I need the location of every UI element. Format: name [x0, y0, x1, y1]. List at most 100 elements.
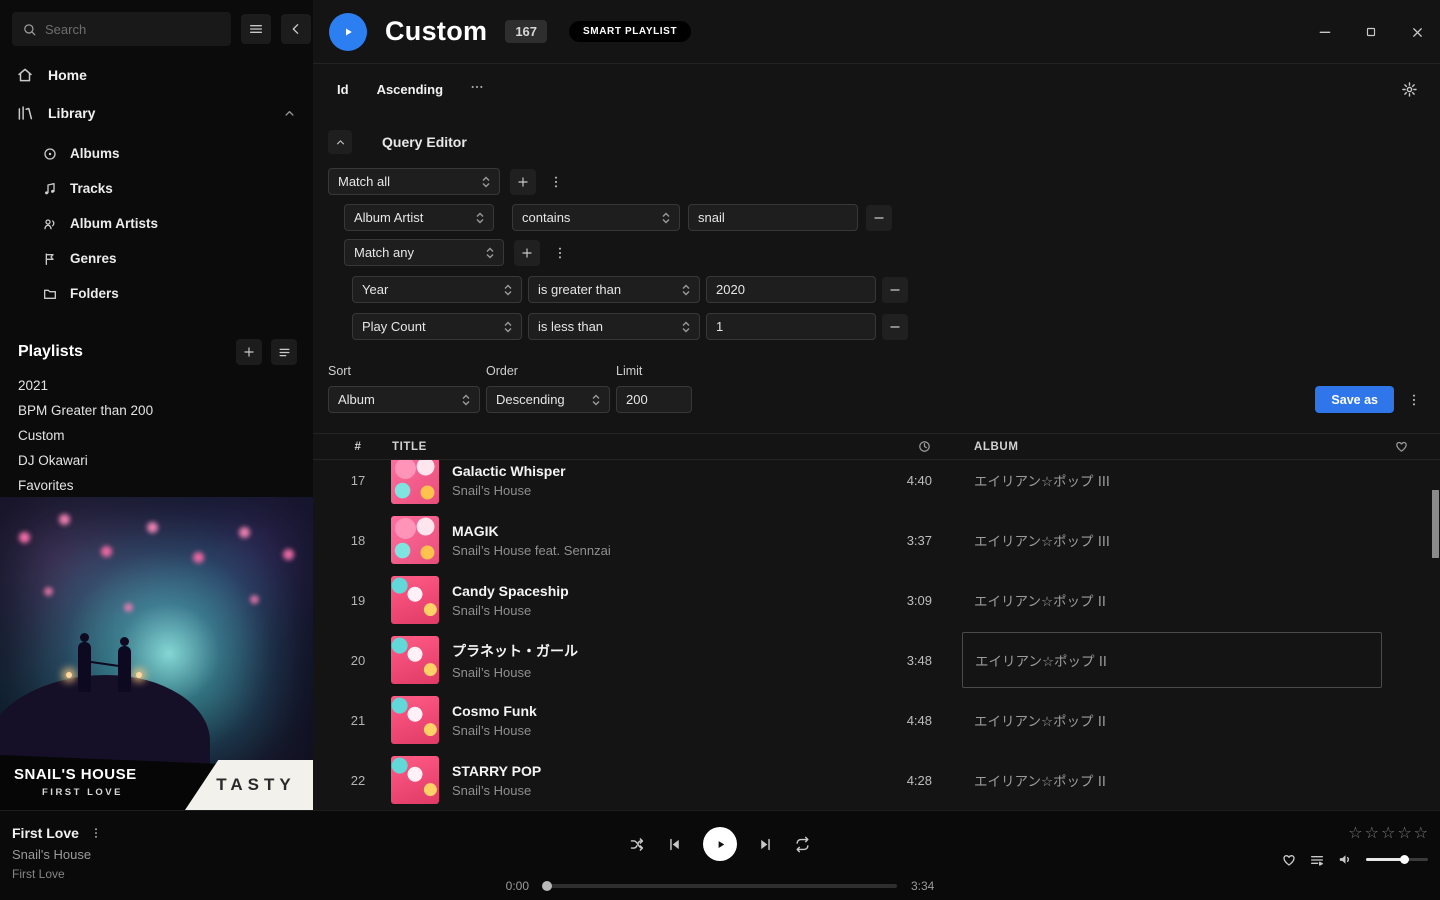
volume-slider[interactable]	[1366, 858, 1428, 861]
sort-direction-button[interactable]: Ascending	[377, 82, 443, 97]
track-row[interactable]: 22 STARRY POP Snail’s House 4:28 エイリアン☆ポ…	[313, 750, 1440, 810]
toolbar-more-button[interactable]	[469, 79, 485, 100]
home-icon	[16, 66, 34, 84]
sidebar-item-home[interactable]: Home	[0, 56, 313, 94]
track-row[interactable]: 18 MAGIK Snail’s House feat. Sennzai 3:3…	[313, 510, 1440, 570]
group-match-row: Match any	[344, 239, 1440, 266]
page-title: Custom	[385, 16, 487, 47]
rule-menu-button[interactable]	[546, 169, 566, 195]
play-pause-button[interactable]	[703, 827, 737, 861]
rule-value-input[interactable]	[688, 204, 858, 231]
favorite-button[interactable]	[1281, 852, 1297, 868]
rating-stars[interactable]: ☆☆☆☆☆	[1348, 825, 1428, 841]
track-row[interactable]: 19 Candy Spaceship Snail’s House 3:09 エイ…	[313, 570, 1440, 630]
group-rule-value-input[interactable]	[706, 313, 876, 340]
add-rule-button[interactable]	[510, 169, 536, 195]
repeat-button[interactable]	[794, 836, 811, 853]
sidebar-item-albums[interactable]: Albums	[0, 136, 313, 171]
column-title[interactable]: TITLE	[383, 441, 828, 453]
sort-field-button[interactable]: Id	[337, 82, 349, 97]
group-rule-field-select[interactable]: Year	[352, 276, 522, 303]
playlist-item[interactable]: Favorites	[0, 473, 313, 498]
column-favorite[interactable]	[1382, 439, 1420, 454]
add-playlist-button[interactable]	[236, 339, 262, 365]
track-row[interactable]: 21 Cosmo Funk Snail’s House 4:48 エイリアン☆ポ…	[313, 690, 1440, 750]
now-playing-artwork[interactable]: SNAIL'S HOUSE FIRST LOVE TASTY	[0, 497, 313, 810]
group-match-select[interactable]: Match any	[344, 239, 504, 266]
rule-operator-select[interactable]: contains	[512, 204, 680, 231]
volume-button[interactable]	[1337, 851, 1354, 868]
artwork-brand: TASTY	[202, 775, 295, 795]
search-field[interactable]	[45, 22, 221, 37]
remove-rule-button[interactable]	[866, 205, 892, 231]
star-icon[interactable]: ☆	[1397, 825, 1411, 841]
group-rule-operator-select[interactable]: is greater than	[528, 276, 700, 303]
add-group-rule-button[interactable]	[514, 240, 540, 266]
track-album-focused[interactable]: エイリアン☆ポップ II	[962, 632, 1382, 688]
playlist-options-button[interactable]	[271, 339, 297, 365]
sidebar-item-album-artists[interactable]: Album Artists	[0, 206, 313, 241]
group-menu-button[interactable]	[550, 240, 570, 266]
select-arrows-icon	[476, 212, 484, 224]
sidebar-item-tracks[interactable]: Tracks	[0, 171, 313, 206]
track-index: 17	[333, 473, 383, 488]
next-button[interactable]	[757, 836, 774, 853]
queue-button[interactable]	[1309, 852, 1325, 868]
close-button[interactable]	[1394, 9, 1440, 55]
play-playlist-button[interactable]	[329, 13, 367, 51]
track-menu-button[interactable]	[89, 826, 103, 840]
column-album[interactable]: ALBUM	[962, 441, 1382, 453]
settings-button[interactable]	[1401, 81, 1418, 98]
now-playing-album[interactable]: First Love	[12, 867, 103, 881]
sidebar-item-genres[interactable]: Genres	[0, 241, 313, 276]
previous-button[interactable]	[666, 836, 683, 853]
playlist-item[interactable]: 2021	[0, 373, 313, 398]
remove-group-rule-button[interactable]	[882, 277, 908, 303]
star-icon[interactable]: ☆	[1365, 825, 1379, 841]
shuffle-button[interactable]	[629, 836, 646, 853]
track-row[interactable]: 20 プラネット・ガール Snail’s House 3:48 エイリアン☆ポッ…	[313, 630, 1440, 690]
menu-button[interactable]	[241, 14, 271, 44]
playlist-item[interactable]: DJ Okawari	[0, 448, 313, 473]
group-rule-field-select[interactable]: Play Count	[352, 313, 522, 340]
playlist-item[interactable]: Custom	[0, 423, 313, 448]
playlist-list: 2021 BPM Greater than 200 Custom DJ Okaw…	[0, 373, 313, 498]
star-icon[interactable]: ☆	[1414, 825, 1428, 841]
query-menu-button[interactable]	[1406, 386, 1422, 413]
queue-icon	[1309, 852, 1325, 868]
root-match-select[interactable]: Match all	[328, 168, 500, 195]
track-row[interactable]: 17 Galactic Whisper Snail’s House 4:40 エ…	[313, 460, 1440, 510]
artwork-lantern	[136, 672, 142, 678]
star-icon[interactable]: ☆	[1348, 825, 1362, 841]
group-rule-operator-select[interactable]: is less than	[528, 313, 700, 340]
seek-handle[interactable]	[542, 881, 552, 891]
column-duration[interactable]	[828, 439, 932, 454]
save-as-button[interactable]: Save as	[1315, 386, 1394, 413]
column-index[interactable]: #	[333, 441, 383, 453]
playlist-item[interactable]: BPM Greater than 200	[0, 398, 313, 423]
search-input[interactable]	[12, 12, 231, 46]
rule-row: Album Artist contains	[344, 204, 1440, 231]
rule-field-select[interactable]: Album Artist	[344, 204, 494, 231]
scrollbar-thumb[interactable]	[1432, 490, 1439, 558]
now-playing-artist[interactable]: Snail's House	[12, 847, 103, 862]
limit-input[interactable]	[616, 386, 692, 413]
select-value: Descending	[496, 392, 565, 407]
maximize-button[interactable]	[1348, 9, 1394, 55]
remove-group-rule-button[interactable]	[882, 314, 908, 340]
order-select[interactable]: Descending	[486, 386, 610, 413]
select-arrows-icon	[504, 284, 512, 296]
sidebar-item-library[interactable]: Library	[0, 94, 313, 132]
star-icon[interactable]: ☆	[1381, 825, 1395, 841]
collapse-query-editor-button[interactable]	[328, 130, 352, 154]
group-rule-value-input[interactable]	[706, 276, 876, 303]
chevron-up-icon[interactable]	[282, 106, 297, 121]
sidebar-nav: Home Library Albums Tracks Al	[0, 56, 313, 311]
nav-back-button[interactable]	[281, 14, 311, 44]
volume-handle[interactable]	[1400, 855, 1409, 864]
sidebar-item-folders[interactable]: Folders	[0, 276, 313, 311]
select-arrows-icon	[504, 321, 512, 333]
seek-bar[interactable]	[543, 884, 897, 888]
minimize-button[interactable]	[1302, 9, 1348, 55]
sort-select[interactable]: Album	[328, 386, 480, 413]
